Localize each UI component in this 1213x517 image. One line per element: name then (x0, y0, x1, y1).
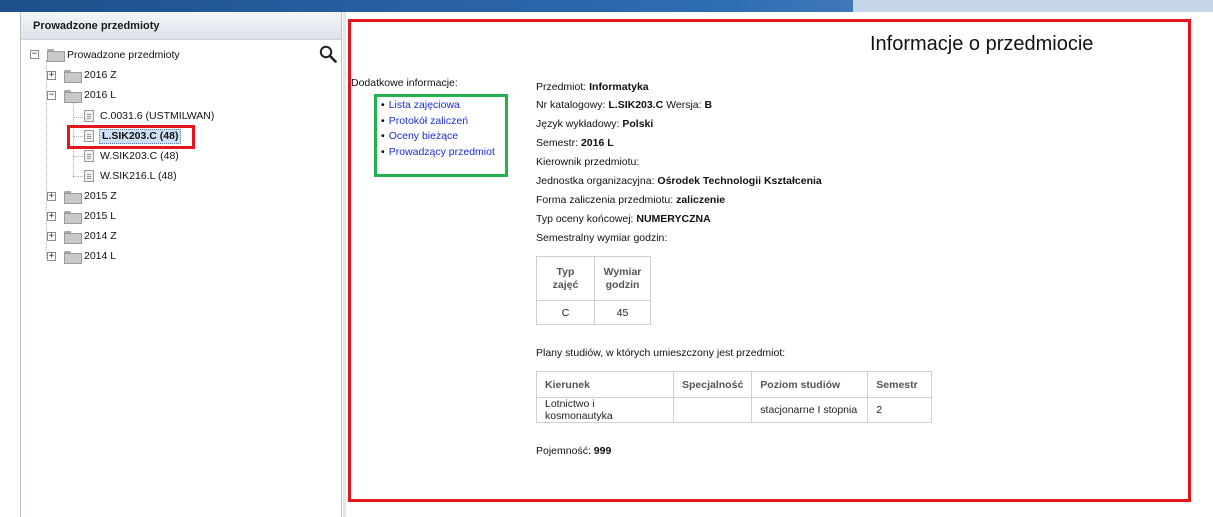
collapse-toggle[interactable]: − (47, 91, 56, 100)
link-class-list[interactable]: Lista zajęciowa (381, 98, 495, 114)
column-header: Typ zajęć (536, 256, 595, 301)
additional-info-label: Dodatkowe informacje: (351, 77, 458, 89)
page-title: Informacje o przedmiocie (870, 33, 1094, 55)
table-cell: stacjonarne I stopnia (751, 397, 869, 423)
tree-leaf-label[interactable]: W.SIK216.L (48) (100, 168, 177, 184)
table-cell: C (536, 300, 595, 325)
folder-icon (64, 70, 82, 83)
table-row: Lotnictwo i kosmonautyka stacjonarne I s… (536, 397, 933, 423)
panel-splitter[interactable] (343, 12, 346, 517)
column-header: Specjalność (672, 371, 753, 398)
tree-root-label[interactable]: Prowadzone przedmioty (67, 47, 180, 63)
link-course-teacher[interactable]: Prowadzący przedmiot (381, 145, 495, 161)
table-cell (672, 397, 753, 423)
tree-node-label[interactable]: 2015 L (84, 208, 116, 224)
expand-toggle[interactable]: + (47, 232, 56, 241)
highlight-box-course-info (348, 19, 1191, 502)
folder-icon (64, 211, 82, 224)
folder-icon (64, 231, 82, 244)
table-cell: Lotnictwo i kosmonautyka (536, 397, 674, 423)
table-cell: 45 (594, 300, 651, 325)
info-final-grade-type: Typ oceny końcowej: NUMERYCZNA (536, 213, 711, 225)
info-hours-label: Semestralny wymiar godzin: (536, 232, 668, 244)
table-cell: 2 (867, 397, 933, 423)
info-catalog-number: Nr katalogowy: L.SIK203.C Wersja: B (536, 99, 713, 111)
info-course-manager: Kierownik przedmiotu: (536, 156, 640, 168)
expand-toggle[interactable]: + (47, 252, 56, 261)
info-course: Przedmiot: Informatyka (536, 81, 649, 93)
additional-links: Lista zajęciowa Protokół zaliczeń Oceny … (381, 98, 495, 160)
info-org-unit: Jednostka organizacyjna: Ośrodek Technol… (536, 175, 822, 187)
document-icon (84, 110, 94, 122)
column-header: Wymiar godzin (594, 256, 651, 301)
info-semester: Semestr: 2016 L (536, 137, 614, 149)
hours-table: Typ zajęć Wymiar godzin C 45 (536, 256, 651, 325)
folder-open-icon (47, 49, 65, 62)
top-banner-right (853, 0, 1213, 12)
column-header: Semestr (867, 371, 933, 398)
search-icon[interactable] (319, 45, 337, 63)
expand-toggle[interactable]: + (47, 71, 56, 80)
folder-open-icon (64, 90, 82, 103)
document-icon (84, 150, 94, 162)
collapse-toggle[interactable]: − (30, 50, 39, 59)
tree-node-label[interactable]: 2015 Z (84, 188, 117, 204)
panel-title: Prowadzone przedmioty (21, 12, 341, 40)
tree-leaf-label[interactable]: W.SIK203.C (48) (100, 148, 179, 164)
link-grading-protocol[interactable]: Protokół zaliczeń (381, 114, 495, 130)
tree-node-label[interactable]: 2016 L (84, 87, 116, 103)
expand-toggle[interactable]: + (47, 212, 56, 221)
tree-leaf-label[interactable]: C.0031.6 (USTMILWAN) (100, 108, 214, 124)
study-plans-label: Plany studiów, w których umieszczony jes… (536, 347, 786, 359)
top-banner (0, 0, 1213, 12)
highlight-box-selected-course (67, 125, 195, 149)
link-current-grades[interactable]: Oceny bieżące (381, 129, 495, 145)
expand-toggle[interactable]: + (47, 192, 56, 201)
column-header: Poziom studiów (751, 371, 869, 398)
folder-icon (64, 251, 82, 264)
tree-node-label[interactable]: 2016 Z (84, 67, 117, 83)
info-completion-form: Forma zaliczenia przedmiotu: zaliczenie (536, 194, 726, 206)
document-icon (84, 170, 94, 182)
folder-icon (64, 191, 82, 204)
tree-node-label[interactable]: 2014 L (84, 248, 116, 264)
tree-node-label[interactable]: 2014 Z (84, 228, 117, 244)
table-row: C 45 (536, 300, 651, 325)
study-plans-table: Kierunek Specjalność Poziom studiów Seme… (536, 371, 933, 423)
info-language: Język wykładowy: Polski (536, 118, 654, 130)
column-header: Kierunek (536, 371, 674, 398)
info-capacity: Pojemność: 999 (536, 445, 612, 457)
courses-tree-panel: Prowadzone przedmioty (20, 12, 342, 517)
